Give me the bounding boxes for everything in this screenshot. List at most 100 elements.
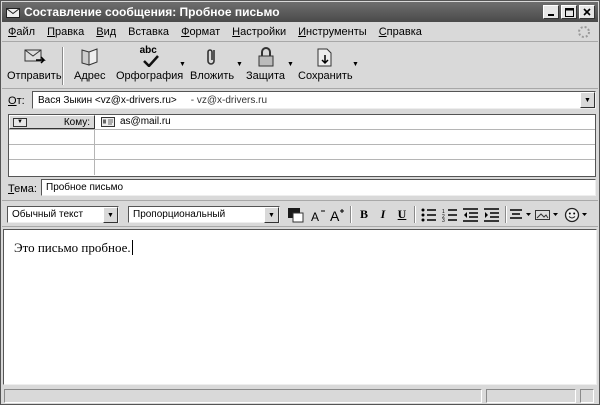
indent-button[interactable]: [483, 205, 501, 224]
recipient-type-select[interactable]: ▼ Кому:: [9, 115, 95, 129]
send-button[interactable]: Отправить: [7, 46, 62, 86]
numbered-list-button[interactable]: 123: [441, 205, 459, 224]
recipient-type-cell[interactable]: [9, 160, 95, 175]
font-dropdown-button[interactable]: ▼: [264, 207, 279, 223]
paragraph-style-select[interactable]: Обычный текст ▼: [7, 206, 119, 223]
bold-button[interactable]: B: [356, 205, 372, 224]
paragraph-style-value: Обычный текст: [12, 209, 84, 220]
address-card-icon: [101, 116, 115, 127]
recipient-row[interactable]: [9, 160, 595, 175]
recipient-type-cell[interactable]: [9, 145, 95, 159]
align-button[interactable]: [510, 205, 532, 224]
bullet-list-button[interactable]: [420, 205, 438, 224]
format-separator: [414, 206, 416, 223]
underline-button[interactable]: U: [394, 205, 410, 224]
activity-throbber-icon: [578, 26, 590, 38]
checkmark-icon: [142, 55, 159, 67]
outdent-button[interactable]: [462, 205, 480, 224]
menu-help[interactable]: Справка: [373, 26, 428, 38]
save-button[interactable]: Сохранить: [298, 46, 353, 86]
save-document-icon: [317, 48, 332, 67]
recipient-type-label: Кому:: [63, 116, 90, 128]
menu-settings[interactable]: Настройки: [226, 26, 292, 38]
from-account: - vz@x-drivers.ru: [190, 94, 268, 106]
close-icon: [583, 8, 591, 16]
send-icon: [24, 49, 47, 64]
security-button[interactable]: Защита: [246, 46, 285, 86]
compose-window: Составление сообщения: Пробное письмо Фа…: [0, 0, 600, 405]
send-label: Отправить: [7, 70, 62, 82]
decrease-font-icon: A: [311, 210, 325, 223]
save-label: Сохранить: [298, 70, 353, 82]
attach-dropdown-arrow[interactable]: ▼: [236, 61, 243, 68]
minimize-button[interactable]: [543, 5, 559, 19]
message-body-text: Это письмо пробное.: [14, 240, 133, 255]
recipients-grid: ▼ Кому: as@mail.ru: [8, 114, 596, 177]
attach-button[interactable]: Вложить: [190, 46, 234, 86]
recipient-row[interactable]: [9, 145, 595, 160]
text-color-icon: [288, 207, 304, 222]
increase-font-icon: A: [330, 208, 344, 223]
address-book-icon: [81, 48, 98, 66]
menu-bar: Файл Правка Вид Вставка Формат Настройки…: [2, 22, 598, 42]
close-button[interactable]: [579, 5, 595, 19]
menu-insert[interactable]: Вставка: [122, 26, 175, 38]
outdent-icon: [463, 207, 478, 222]
menu-tools[interactable]: Инструменты: [292, 26, 373, 38]
spelling-dropdown-arrow[interactable]: ▼: [179, 61, 186, 68]
insert-image-icon: [535, 209, 558, 220]
decrease-font-button[interactable]: A: [310, 205, 326, 224]
subject-value: Пробное письмо: [46, 182, 124, 193]
indent-icon: [484, 207, 499, 222]
from-account-select[interactable]: Вася Зыкин <vz@x-drivers.ru> - vz@x-driv…: [32, 91, 596, 109]
message-body-editor[interactable]: Это письмо пробное.: [3, 229, 597, 385]
recipient-type-dropdown-icon[interactable]: ▼: [13, 117, 27, 127]
insert-object-button[interactable]: [535, 205, 561, 224]
status-pane-main: [4, 389, 482, 403]
insert-smiley-button[interactable]: [564, 205, 590, 224]
recipient-address[interactable]: as@mail.ru: [101, 116, 171, 127]
status-pane-online: [580, 389, 594, 403]
menu-view[interactable]: Вид: [90, 26, 122, 38]
increase-font-button[interactable]: A: [329, 205, 346, 224]
font-select[interactable]: Пропорциональный ▼: [128, 206, 280, 223]
smiley-icon: [564, 207, 587, 222]
format-separator: [350, 206, 352, 223]
paragraph-style-dropdown-button[interactable]: ▼: [103, 207, 118, 223]
status-bar: [2, 387, 598, 404]
address-book-button[interactable]: Адрес: [74, 46, 106, 86]
bullet-list-icon: [421, 208, 436, 221]
from-dropdown-button[interactable]: ▼: [580, 92, 595, 108]
menu-edit[interactable]: Правка: [41, 26, 90, 38]
from-value: Вася Зыкин <vz@x-drivers.ru>: [38, 94, 177, 106]
security-label: Защита: [246, 70, 285, 82]
menu-file[interactable]: Файл: [2, 26, 41, 38]
svg-text:A: A: [330, 208, 340, 223]
spelling-label: Орфография: [116, 70, 184, 82]
recipient-address-text: as@mail.ru: [120, 116, 171, 127]
align-icon: [510, 208, 531, 219]
recipient-row[interactable]: [9, 130, 595, 145]
maximize-icon: [564, 7, 574, 17]
format-separator: [505, 206, 507, 223]
maximize-button[interactable]: [561, 5, 577, 19]
numbered-list-icon: 123: [442, 209, 457, 222]
recipient-row[interactable]: ▼ Кому: as@mail.ru: [9, 115, 595, 130]
italic-button[interactable]: I: [375, 205, 391, 224]
title-bar[interactable]: Составление сообщения: Пробное письмо: [2, 2, 598, 22]
text-caret: [131, 240, 133, 255]
svg-text:3: 3: [442, 218, 445, 222]
spelling-button[interactable]: abc Орфография: [116, 45, 184, 86]
attach-label: Вложить: [190, 70, 235, 82]
svg-text:A: A: [311, 210, 319, 223]
formatting-toolbar: Обычный текст ▼ Пропорциональный ▼ A A B…: [2, 200, 598, 227]
save-dropdown-arrow[interactable]: ▼: [352, 61, 359, 68]
security-dropdown-arrow[interactable]: ▼: [287, 61, 294, 68]
paperclip-icon: [207, 49, 215, 65]
window-title: Составление сообщения: Пробное письмо: [24, 5, 280, 19]
subject-label: Тема:: [8, 183, 37, 195]
menu-format[interactable]: Формат: [175, 26, 226, 38]
recipient-type-cell[interactable]: [9, 130, 95, 144]
subject-input[interactable]: Пробное письмо: [41, 179, 596, 196]
text-color-button[interactable]: [286, 205, 306, 224]
